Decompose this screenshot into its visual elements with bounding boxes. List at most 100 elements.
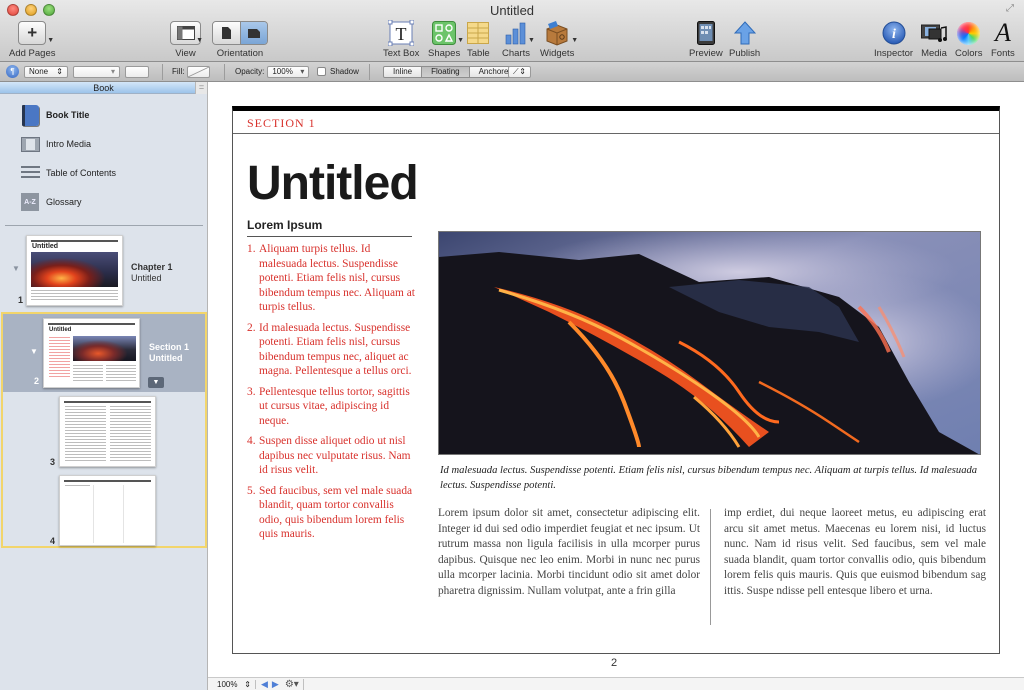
sidebar-collapse-button[interactable]: = [195, 82, 207, 94]
font-select[interactable]: ▾ [73, 65, 120, 78]
glossary-az-icon: A-Z [21, 193, 39, 211]
font-size-field[interactable] [125, 65, 149, 78]
numbered-list[interactable]: 1. Aliquam turpis tellus. Id malesuada le… [247, 242, 417, 548]
wrap-floating-button[interactable]: Floating [421, 66, 469, 77]
page-thumbnail-2[interactable]: Untitled [43, 318, 140, 388]
gear-icon[interactable]: ⚙▾ [285, 678, 304, 690]
disclosure-triangle-icon[interactable]: ▼ [12, 264, 20, 273]
list-text: Id malesuada lectus. Suspendisse potenti… [259, 321, 412, 378]
page-number-label: 4 [50, 536, 56, 546]
wrap-inline-button[interactable]: Inline [384, 66, 422, 77]
list-text: Aliquam turpis tellus. Id malesuada lect… [259, 243, 415, 313]
body-text-column-2[interactable]: imp erdiet, dui neque laoreet metus, eu … [724, 506, 986, 599]
page-thumbnail-4[interactable] [59, 475, 156, 546]
shapes-button[interactable]: ▼ Shapes [428, 20, 464, 59]
view-button[interactable]: ▼ View [170, 20, 203, 59]
orientation-label: Orientation [216, 48, 264, 59]
shapes-icon [432, 21, 457, 45]
preview-button[interactable]: Preview [689, 20, 723, 59]
sidebar-item-label: Glossary [46, 197, 82, 207]
document-canvas[interactable]: SECTION 1 Untitled Lorem Ipsum 1. Aliquam… [208, 82, 1024, 677]
sidebar-item-table-of-contents[interactable]: Table of Contents [20, 162, 116, 184]
page-thumbnail-3[interactable] [59, 396, 156, 467]
fullscreen-icon[interactable]: ⤢ [1006, 3, 1018, 15]
shadow-checkbox[interactable] [317, 67, 326, 76]
charts-button[interactable]: ▼ Charts [502, 20, 535, 59]
format-bar: ¶ None ⇕ ▾ Fill: Opacity: 100% ▾ Shadow In… [0, 62, 1024, 82]
widgets-button[interactable]: ▼ Widgets [540, 20, 578, 59]
media-button[interactable]: Media [921, 20, 947, 59]
fill-label: Fill: [172, 67, 185, 76]
list-text: Suspen disse aliquet odio ut nisl dapibu… [259, 435, 411, 476]
document-title[interactable]: Untitled [247, 156, 419, 211]
section-1-group: ▼ Untitled 2 Section 1 Untitled ▼ 3 4 [1, 312, 207, 548]
film-icon [20, 136, 40, 152]
list-item: 5. Sed faucibus, sem vel male suada bland… [247, 484, 417, 542]
list-icon [20, 166, 40, 180]
disclosure-triangle-icon[interactable]: ▼ [30, 347, 38, 356]
paragraph-style-select[interactable]: None ⇕ [24, 65, 68, 78]
thumbnail-volcano-image [31, 252, 118, 287]
section-label[interactable]: SECTION 1 [233, 111, 999, 134]
charts-label: Charts [502, 48, 530, 59]
list-item: 3. Pellentesque tellus tortor, sagittis u… [247, 385, 417, 429]
fill-color-well[interactable] [187, 65, 211, 78]
publish-label: Publish [729, 48, 761, 59]
photo-caption[interactable]: Id malesuada lectus. Suspendisse potenti… [440, 463, 980, 493]
page-thumbnail-1[interactable]: Untitled [26, 235, 123, 306]
charts-icon [505, 22, 526, 45]
list-number: 5. [247, 484, 256, 497]
view-label: View [175, 48, 196, 59]
landscape-orientation-icon[interactable] [240, 22, 267, 44]
media-browser-icon [921, 24, 947, 42]
paragraph-style-icon[interactable]: ¶ [6, 65, 19, 78]
sidebar-item-glossary[interactable]: A-Z Glossary [20, 191, 82, 213]
table-icon [467, 22, 490, 44]
sidebar-item-intro-media[interactable]: Intro Media [20, 133, 91, 155]
page: SECTION 1 Untitled Lorem Ipsum 1. Aliquam… [232, 106, 1000, 654]
section-title: Untitled [149, 353, 183, 363]
add-pages-button[interactable]: + ▼ Add Pages [9, 20, 55, 59]
sidebar-item-label: Intro Media [46, 139, 92, 149]
page-number: 2 [611, 657, 618, 669]
text-wrap-style-select[interactable]: ⟋ ⇕ [508, 65, 531, 78]
orientation-control[interactable]: Orientation [212, 20, 268, 59]
publish-button[interactable]: Publish [729, 20, 760, 59]
next-page-arrow-icon[interactable]: ▶ [272, 679, 279, 690]
shapes-label: Shapes [428, 48, 461, 59]
dropdown-arrow-icon: ▼ [571, 37, 579, 44]
sidebar-item-label: Table of Contents [46, 168, 117, 178]
sidebar-item-book-title[interactable]: Book Title [20, 104, 89, 126]
text-box-button[interactable]: T Text Box [383, 20, 419, 59]
ipad-preview-icon [696, 21, 715, 45]
section-1-row[interactable]: ▼ Untitled 2 Section 1 Untitled ▼ [3, 314, 205, 392]
zoom-value: 100% [217, 679, 238, 689]
colors-button[interactable]: Colors [955, 20, 982, 59]
svg-text:T: T [396, 24, 407, 44]
chapter-label: Chapter 1 Untitled [131, 262, 173, 284]
table-button[interactable]: Table [467, 20, 490, 59]
section-menu-button[interactable]: ▼ [148, 377, 164, 388]
shadow-label: Shadow [330, 67, 359, 76]
thumbnail-title: Untitled [49, 327, 72, 333]
opacity-field[interactable]: 100% ▾ [267, 65, 310, 78]
plus-icon: + [18, 21, 47, 45]
list-number: 3. [247, 385, 256, 398]
divider [162, 64, 163, 80]
portrait-orientation-icon[interactable] [213, 22, 240, 44]
fonts-button[interactable]: A Fonts [991, 20, 1015, 60]
zoom-select[interactable]: 100% ⇕ [208, 679, 256, 689]
body-text-column-1[interactable]: Lorem ipsum dolor sit amet, consectetur … [438, 506, 700, 599]
lava-photo[interactable] [438, 231, 981, 455]
fonts-label: Fonts [991, 48, 1015, 59]
previous-page-arrow-icon[interactable]: ◀ [261, 679, 268, 690]
inspector-label: Inspector [874, 48, 914, 59]
sidebar-header-title: Book [93, 83, 114, 93]
list-text: Sed faucibus, sem vel male suada blandit… [259, 484, 413, 541]
inspector-button[interactable]: i Inspector [874, 20, 913, 59]
colors-label: Colors [955, 48, 983, 59]
subhead[interactable]: Lorem Ipsum [247, 218, 412, 237]
opacity-value: 100% [272, 67, 293, 76]
dropdown-arrow-icon: ▼ [47, 37, 55, 44]
dropdown-arrow-icon: ▼ [457, 37, 465, 44]
